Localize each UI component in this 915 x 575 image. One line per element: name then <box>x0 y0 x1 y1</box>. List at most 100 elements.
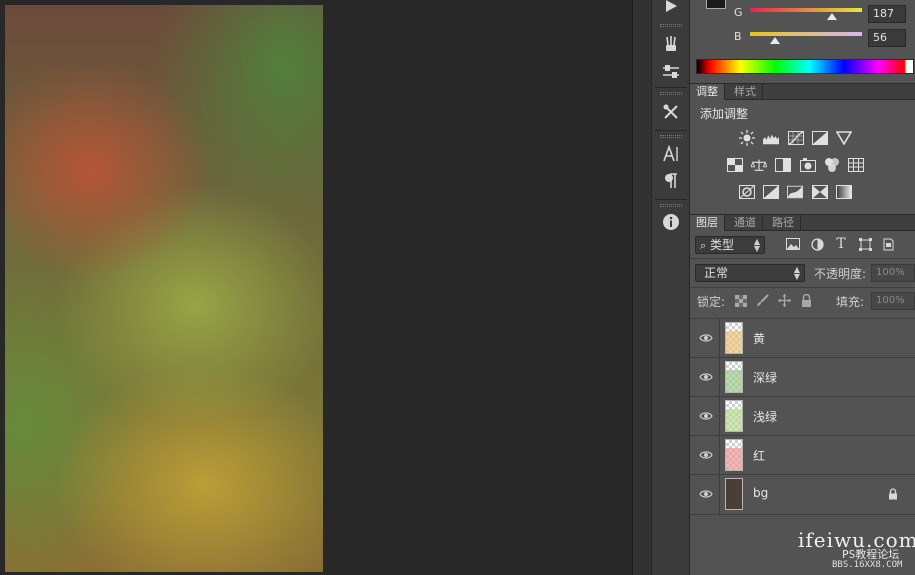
layer-row[interactable]: 黄 <box>690 318 915 358</box>
dropdown-arrows-icon: ▲ ▼ <box>793 265 800 281</box>
panel-divider-line <box>690 287 915 288</box>
layer-filter-label: 类型 <box>710 238 735 252</box>
layer-thumbnail[interactable] <box>725 361 743 393</box>
right-panels: G 187 B 56 调整 样式 添加调整 图层 通道 路径 ⌕ 类型 ▲ ▼ … <box>690 0 915 575</box>
lock-transparent-pixels-icon[interactable] <box>734 294 747 307</box>
layer-name[interactable]: bg <box>753 486 768 500</box>
layer-thumbnail[interactable] <box>725 439 743 471</box>
hue-saturation-icon[interactable] <box>727 158 743 172</box>
selective-color-icon[interactable] <box>812 185 828 199</box>
layer-locked-icon[interactable] <box>888 488 900 500</box>
layer-thumbnail-tint <box>726 370 742 392</box>
layer-eye-separator <box>719 358 720 397</box>
levels-icon[interactable] <box>763 131 779 145</box>
play-icon[interactable] <box>658 0 684 18</box>
opacity-field[interactable]: 100% <box>871 264 915 282</box>
lock-position-icon[interactable] <box>778 294 791 307</box>
lock-label: 锁定: <box>697 295 726 309</box>
layer-thumbnail[interactable] <box>725 322 743 354</box>
photo-filter-icon[interactable] <box>800 158 816 172</box>
lock-image-pixels-icon[interactable] <box>756 294 769 307</box>
layer-filter-dropdown[interactable]: ⌕ 类型 ▲ ▼ <box>695 236 765 254</box>
b-channel-slider[interactable] <box>750 32 862 36</box>
layer-eye-separator <box>719 475 720 514</box>
curves-icon[interactable] <box>788 131 804 145</box>
filter-shape-icon[interactable] <box>858 237 872 251</box>
g-channel-label: G <box>734 6 743 19</box>
color-spectrum-bar[interactable] <box>696 59 914 74</box>
gradient-map-icon[interactable] <box>836 185 852 199</box>
eye-visibility-icon[interactable] <box>698 370 714 384</box>
panel-divider[interactable] <box>632 0 651 575</box>
layer-name[interactable]: 深绿 <box>753 369 777 386</box>
layer-row[interactable]: 深绿 <box>690 357 915 397</box>
dock-grip[interactable] <box>660 204 682 207</box>
dock-grip[interactable] <box>660 92 682 95</box>
g-slider-thumb[interactable] <box>827 13 838 20</box>
tab-styles[interactable]: 样式 <box>728 84 763 100</box>
layer-thumbnail[interactable] <box>725 478 743 510</box>
brightness-contrast-icon[interactable] <box>739 130 755 146</box>
filter-smart-object-icon[interactable] <box>881 237 895 251</box>
brush-presets-icon[interactable] <box>658 32 684 56</box>
eye-visibility-icon[interactable] <box>698 487 714 501</box>
tool-presets-icon[interactable] <box>658 100 684 124</box>
exposure-icon[interactable] <box>812 131 828 145</box>
filter-adjustment-icon[interactable] <box>810 237 824 251</box>
dock-grip[interactable] <box>660 135 682 138</box>
layer-row[interactable]: 红 <box>690 435 915 475</box>
tab-paths[interactable]: 路径 <box>766 215 801 231</box>
eye-visibility-icon[interactable] <box>698 409 714 423</box>
layer-eye-separator <box>719 436 720 475</box>
channel-mixer-icon[interactable] <box>824 158 840 172</box>
layer-thumbnail-tint <box>726 479 742 509</box>
layer-row[interactable]: 浅绿 <box>690 396 915 436</box>
eye-visibility-icon[interactable] <box>698 448 714 462</box>
blend-mode-dropdown[interactable]: 正常 ▲ ▼ <box>695 264 805 282</box>
layer-thumbnail[interactable] <box>725 400 743 432</box>
layer-name[interactable]: 红 <box>753 447 765 464</box>
lock-all-icon[interactable] <box>800 294 813 307</box>
paragraph-panel-icon[interactable] <box>658 169 684 193</box>
filter-type-icon[interactable]: T <box>834 236 848 252</box>
watermark-bbs: BBS.16XX8.COM <box>832 560 903 570</box>
color-balance-icon[interactable] <box>751 158 767 172</box>
info-icon[interactable] <box>658 210 684 234</box>
eye-visibility-icon[interactable] <box>698 331 714 345</box>
layer-thumbnail-tint <box>726 409 742 431</box>
layer-name[interactable]: 浅绿 <box>753 408 777 425</box>
invert-icon[interactable] <box>739 185 755 199</box>
dock-grip[interactable] <box>660 24 682 27</box>
fill-field[interactable]: 100% <box>871 292 915 310</box>
layer-row[interactable]: bg <box>690 474 915 514</box>
filter-pixel-icon[interactable] <box>786 237 800 251</box>
layer-eye-separator <box>719 319 720 358</box>
search-icon: ⌕ <box>700 239 707 252</box>
dock-separator <box>655 130 687 131</box>
b-slider-thumb[interactable] <box>769 37 780 44</box>
g-value-field[interactable]: 187 <box>868 5 906 23</box>
document-canvas[interactable] <box>5 5 323 572</box>
fill-label: 填充: <box>836 295 865 309</box>
canvas-area[interactable] <box>0 0 632 575</box>
tab-layers[interactable]: 图层 <box>690 215 725 231</box>
layer-thumbnail-tint <box>726 331 742 353</box>
panel-divider-line <box>690 258 915 259</box>
posterize-icon[interactable] <box>763 185 779 199</box>
tab-channels[interactable]: 通道 <box>728 215 763 231</box>
character-panel-icon[interactable] <box>658 142 684 166</box>
panel-dock-column <box>651 0 690 575</box>
foreground-color-swatch[interactable] <box>706 0 726 9</box>
layer-name[interactable]: 黄 <box>753 330 765 347</box>
g-channel-slider[interactable] <box>750 8 862 12</box>
dock-separator <box>655 87 687 88</box>
layer-thumbnail-tint <box>726 448 742 470</box>
b-value-field[interactable]: 56 <box>868 29 906 47</box>
vibrance-icon[interactable] <box>836 131 852 145</box>
black-white-icon[interactable] <box>775 158 791 172</box>
brush-settings-icon[interactable] <box>658 60 684 84</box>
tab-adjustments[interactable]: 调整 <box>690 84 725 100</box>
threshold-icon[interactable] <box>787 185 803 199</box>
color-lookup-icon[interactable] <box>848 158 864 172</box>
add-adjustment-title: 添加调整 <box>700 107 749 121</box>
